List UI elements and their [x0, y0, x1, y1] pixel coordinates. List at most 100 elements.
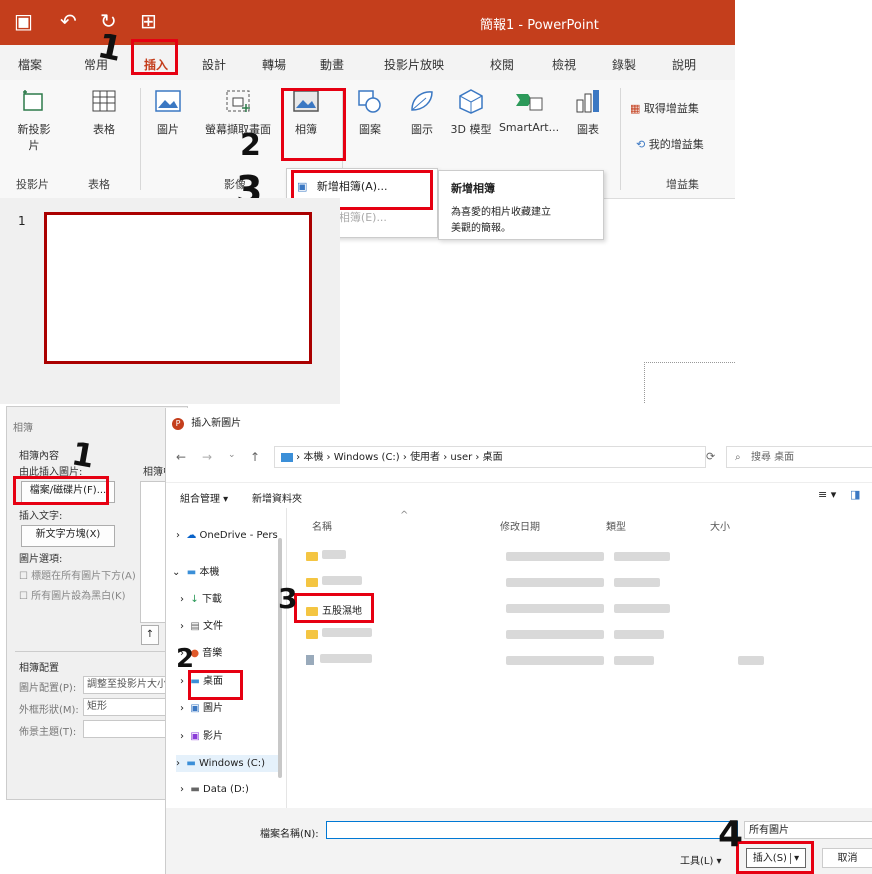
move-up-button[interactable]: ↑: [141, 625, 159, 645]
table-button[interactable]: 表格: [84, 88, 124, 137]
file-icon: [306, 655, 314, 665]
screenshot-icon: [226, 90, 250, 112]
filename-input[interactable]: [326, 821, 738, 839]
shapes-icon: [358, 90, 381, 113]
new-slide-button[interactable]: 新投影片: [14, 88, 54, 153]
tab-record[interactable]: 錄製: [612, 56, 636, 73]
col-modified[interactable]: 修改日期: [500, 518, 540, 533]
album-layout-label: 相簿配置: [19, 663, 59, 674]
nav-windows-c[interactable]: › ▬ Windows (C:): [176, 755, 280, 772]
drive-icon: ▬: [190, 784, 200, 795]
picture-icon: [155, 90, 181, 112]
blurred-type: [614, 604, 670, 613]
nav-this-pc[interactable]: ⌄ ▬ 本機: [172, 563, 219, 578]
get-addins-button[interactable]: ▦ 取得增益集: [630, 100, 730, 116]
tab-animations[interactable]: 動畫: [320, 56, 344, 73]
nav-back-icon[interactable]: ←: [176, 450, 186, 464]
nav-videos[interactable]: › ▣ 影片: [180, 727, 223, 742]
caption-below-checkbox[interactable]: ☐ 標題在所有圖片下方(A): [19, 567, 136, 582]
undo-icon[interactable]: ↶: [60, 9, 77, 33]
3d-models-button[interactable]: 3D 模型: [446, 88, 496, 137]
my-addins-button[interactable]: ⟲ 我的增益集: [636, 136, 732, 152]
search-input[interactable]: ⌕ 搜尋 桌面: [726, 446, 872, 468]
col-type[interactable]: 類型: [606, 518, 626, 533]
blurred-date: [506, 604, 604, 613]
nav-onedrive[interactable]: › ☁ OneDrive - Pers: [176, 530, 278, 541]
ribbon-divider: [140, 88, 141, 190]
shapes-button[interactable]: 圖案: [350, 88, 390, 137]
computer-icon: ▬: [186, 567, 197, 578]
ribbon-divider: [620, 88, 621, 190]
group-slides-label: 投影片: [16, 178, 49, 191]
cancel-button[interactable]: 取消: [822, 848, 872, 868]
nav-data-d[interactable]: › ▬ Data (D:): [180, 784, 249, 795]
nav-documents[interactable]: › ▤ 文件: [180, 617, 223, 632]
preview-pane-icon[interactable]: ◨: [850, 488, 860, 501]
tab-file[interactable]: 檔案: [18, 56, 42, 73]
tab-design[interactable]: 設計: [202, 56, 226, 73]
smartart-button[interactable]: SmartArt...: [496, 88, 562, 134]
download-icon: ↓: [190, 594, 199, 605]
blurred-date: [506, 656, 604, 665]
breadcrumb[interactable]: › 本機 › Windows (C:) › 使用者 › user › 桌面: [274, 446, 706, 468]
nav-scrollbar[interactable]: [278, 538, 282, 778]
theme-label: 佈景主題(T):: [19, 727, 77, 738]
tab-help[interactable]: 說明: [672, 56, 696, 73]
nav-history-icon[interactable]: ⌄: [228, 450, 236, 460]
drive-icon: ▬: [186, 758, 196, 769]
dialog-divider: [15, 651, 185, 652]
pictures-button[interactable]: 圖片: [148, 88, 188, 137]
organize-menu[interactable]: 組合管理 ▾: [180, 490, 228, 505]
highlight-wetland-folder: [294, 593, 374, 623]
tooltip-title: 新增相簿: [451, 182, 495, 195]
all-bw-checkbox[interactable]: ☐ 所有圖片設為黑白(K): [19, 587, 126, 602]
file-row[interactable]: [306, 550, 346, 562]
col-name[interactable]: 名稱: [312, 518, 332, 533]
chart-button[interactable]: 圖表: [568, 88, 608, 137]
file-row[interactable]: [306, 576, 362, 588]
blurred-date: [506, 552, 604, 561]
slide-number: 1: [18, 214, 26, 228]
file-row[interactable]: [306, 654, 372, 666]
blurred-type: [614, 578, 660, 587]
icons-button[interactable]: 圖示: [404, 88, 440, 137]
leaf-icon: [411, 91, 433, 111]
annotation-2b: 2: [176, 644, 195, 674]
smartart-icon: [516, 94, 543, 111]
powerpoint-icon: P: [172, 418, 184, 430]
tools-menu[interactable]: 工具(L) ▾: [680, 852, 722, 867]
screenshot-button[interactable]: 螢幕擷取畫面: [196, 88, 280, 137]
new-textbox-button[interactable]: 新文字方塊(X): [21, 525, 115, 547]
tab-view[interactable]: 檢視: [552, 56, 576, 73]
nav-forward-icon[interactable]: →: [202, 450, 212, 464]
folder-icon: [306, 577, 318, 587]
tab-slideshow[interactable]: 投影片放映: [384, 56, 444, 73]
nav-downloads[interactable]: › ↓ 下載: [180, 590, 222, 605]
filename-label: 檔案名稱(N):: [260, 829, 319, 840]
present-icon[interactable]: ⊞: [140, 9, 157, 33]
annotation-4: 4: [718, 814, 744, 855]
file-type-filter[interactable]: 所有圖片: [744, 821, 872, 839]
slide-thumbnail[interactable]: [44, 212, 312, 364]
toolbar-divider: [166, 482, 872, 483]
file-row[interactable]: [306, 628, 372, 640]
photo-album-dialog: 相簿 相簿內容 由此插入圖片: 相簿中 檔案/磁碟片(F)... 插入文字: 新…: [6, 406, 189, 800]
view-options-icon[interactable]: ≡ ▾: [818, 488, 836, 501]
folder-icon: [306, 551, 318, 561]
picture-layout-label: 圖片配置(P):: [19, 683, 77, 694]
table-icon: [92, 90, 116, 112]
save-icon[interactable]: ▣: [14, 9, 33, 33]
blurred-type: [614, 630, 664, 639]
sort-indicator-icon: ^: [400, 510, 409, 521]
annotation-3b: 3: [278, 582, 298, 615]
pictures-icon: ▣: [190, 703, 200, 714]
nav-up-icon[interactable]: ↑: [250, 450, 260, 464]
nav-pictures[interactable]: › ▣ 圖片: [180, 699, 223, 714]
new-folder-button[interactable]: 新增資料夾: [252, 490, 302, 505]
file-dialog-title-bar: P 插入新圖片: [172, 414, 241, 430]
refresh-icon[interactable]: ⟳: [706, 450, 715, 463]
tab-review[interactable]: 校閱: [490, 56, 514, 73]
col-size[interactable]: 大小: [710, 518, 730, 533]
tab-transitions[interactable]: 轉場: [262, 56, 286, 73]
tooltip-desc-1: 為喜愛的相片收藏建立: [451, 207, 551, 218]
